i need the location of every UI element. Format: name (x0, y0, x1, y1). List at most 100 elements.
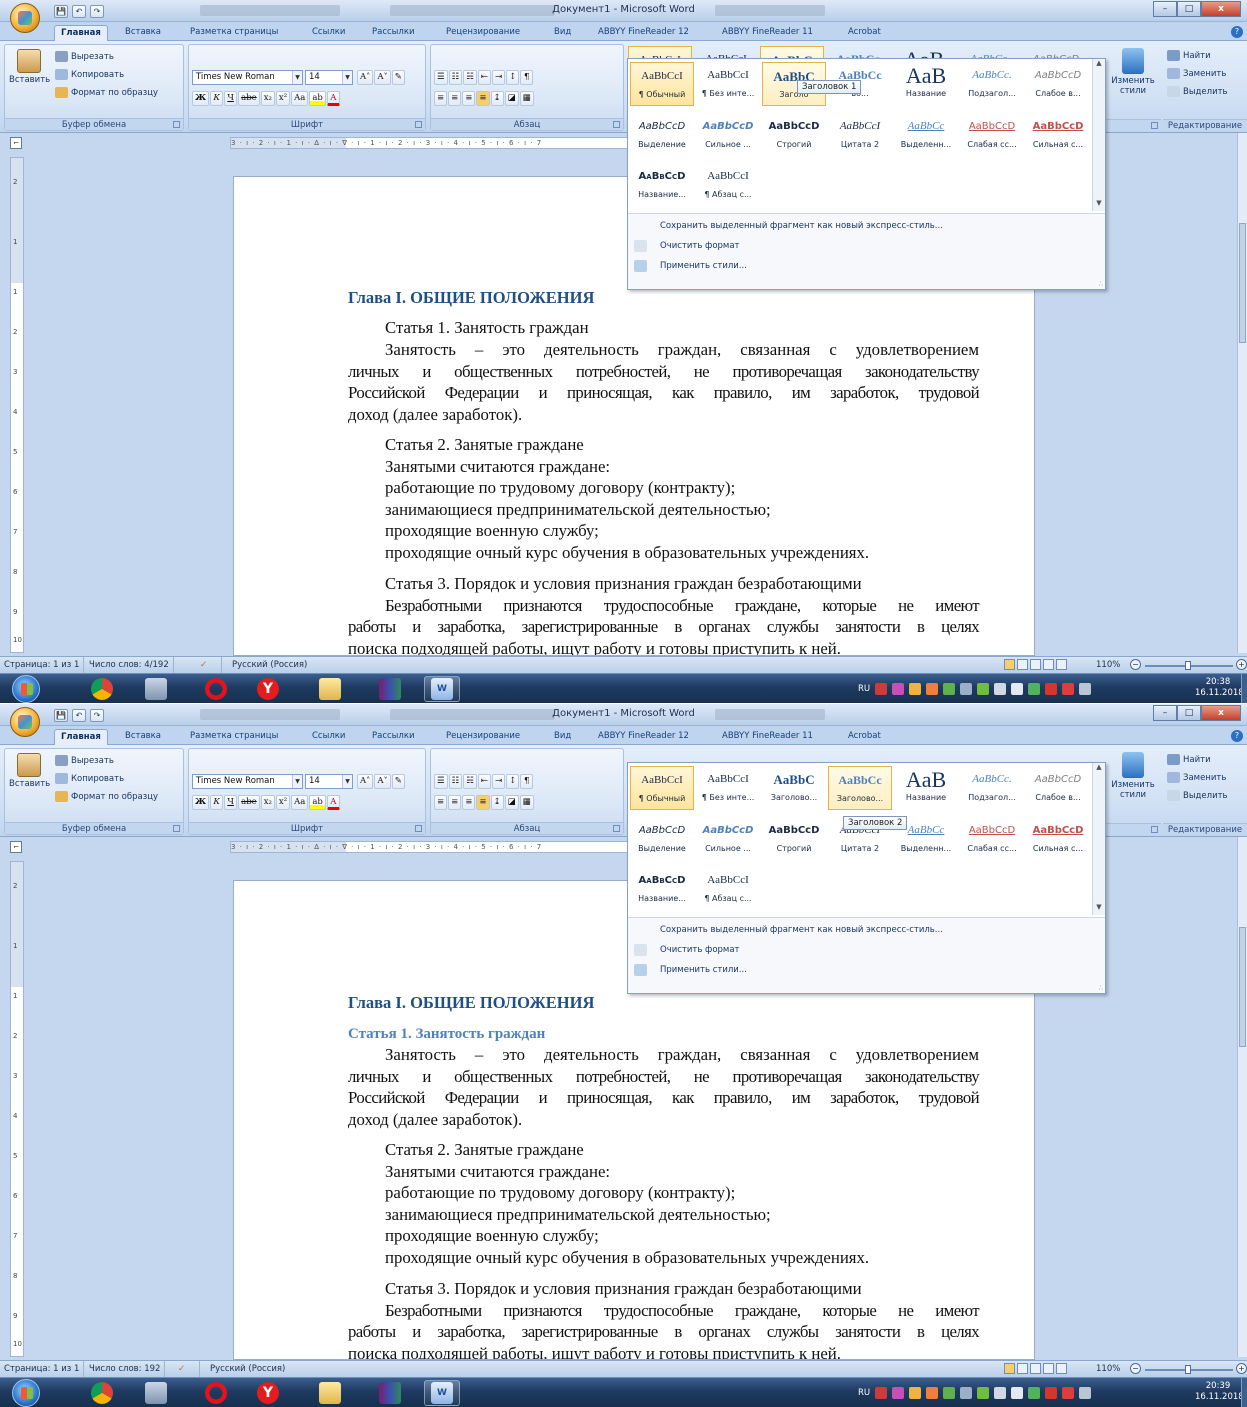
input-language[interactable]: RU (858, 1388, 870, 1398)
dialog-launcher-icon[interactable] (173, 825, 180, 832)
bullets-icon[interactable]: ☰ (434, 774, 448, 789)
volume-icon[interactable] (994, 683, 1007, 695)
taskbar-yandex[interactable]: Y (250, 1380, 286, 1406)
save-quick-style-item[interactable]: Сохранить выделенный фрагмент как новый … (628, 920, 1105, 940)
tray-app-icon[interactable] (1028, 1387, 1041, 1399)
gallery-scrollbar[interactable]: ▲ ▼ (1092, 59, 1105, 211)
font-color-button[interactable]: A (326, 91, 340, 106)
style-book-title[interactable]: AaBbCcD Название... (630, 867, 694, 911)
underline-button[interactable]: Ч (224, 91, 238, 106)
close-button[interactable]: x (1201, 1, 1241, 17)
word-count[interactable]: Число слов: 192 (85, 1361, 166, 1377)
minimize-button[interactable]: – (1153, 1, 1177, 17)
bullets-icon[interactable]: ☰ (434, 70, 448, 85)
zoom-in-icon[interactable]: + (1236, 659, 1247, 670)
multilevel-list-icon[interactable]: ☵ (463, 70, 477, 85)
select-button[interactable]: Выделить (1167, 790, 1228, 801)
clear-format-button[interactable]: ✎ (391, 774, 405, 789)
tab-home[interactable]: Главная (54, 729, 108, 745)
justify-icon[interactable]: ≡ (476, 91, 490, 106)
tab-references[interactable]: Ссылки (306, 25, 351, 41)
close-button[interactable]: x (1201, 705, 1241, 721)
style-heading-1[interactable]: AaBbC Заголово... (762, 766, 826, 810)
tab-mailings[interactable]: Рассылки (366, 25, 420, 41)
line-spacing-icon[interactable]: ↨ (490, 91, 504, 106)
change-case-button[interactable]: Aa (291, 795, 309, 810)
spellcheck-icon[interactable]: ✓ (174, 1361, 200, 1377)
vertical-ruler[interactable]: 2 1 1 2 3 4 5 6 7 8 9 10 (10, 861, 24, 1357)
tray-app-icon[interactable] (909, 1387, 922, 1399)
taskbar-yandex[interactable]: Y (250, 676, 286, 702)
style-no-spacing[interactable]: AaBbCcI¶ Без инте... (696, 62, 760, 106)
tray-app-icon[interactable] (926, 1387, 939, 1399)
pilcrow-icon[interactable]: ¶ (520, 774, 534, 789)
align-left-icon[interactable]: ≡ (434, 795, 448, 810)
italic-button[interactable]: К (210, 795, 224, 810)
multilevel-list-icon[interactable]: ☵ (463, 774, 477, 789)
style-subtle-emphasis[interactable]: AaBbCcDСлабое в... (1026, 766, 1090, 810)
sort-icon[interactable]: ↕ (506, 70, 520, 85)
tray-app-icon[interactable] (977, 1387, 990, 1399)
find-button[interactable]: Найти (1167, 50, 1211, 61)
web-layout-icon[interactable] (1030, 659, 1041, 670)
tray-app-icon[interactable] (892, 683, 905, 695)
tray-app-icon[interactable] (926, 683, 939, 695)
redo-icon[interactable]: ↷ (90, 5, 104, 18)
battery-icon[interactable] (1011, 1387, 1024, 1399)
highlight-button[interactable]: ab (309, 795, 326, 810)
cut-button[interactable]: Вырезать (55, 755, 114, 766)
tray-app-icon[interactable] (1062, 683, 1075, 695)
tab-references[interactable]: Ссылки (306, 729, 351, 745)
tray-app-icon[interactable] (1045, 683, 1058, 695)
font-size-combo[interactable]: 14 ▼ (305, 774, 353, 789)
copy-button[interactable]: Копировать (55, 69, 124, 80)
find-button[interactable]: Найти (1167, 754, 1211, 765)
bold-button[interactable]: Ж (192, 795, 210, 810)
replace-button[interactable]: Заменить (1167, 68, 1226, 79)
office-button[interactable] (10, 707, 40, 737)
chevron-down-icon[interactable]: ▼ (292, 71, 302, 84)
draft-icon[interactable] (1056, 659, 1067, 670)
show-desktop-button[interactable] (1241, 1378, 1247, 1407)
bold-button[interactable]: Ж (192, 91, 210, 106)
tab-abbyy-11[interactable]: ABBYY FineReader 11 (716, 25, 819, 41)
shading-icon[interactable]: ◪ (504, 795, 519, 810)
style-normal[interactable]: AaBbCcI¶ Обычный (630, 766, 694, 810)
style-emphasis[interactable]: AaBbCcD Выделение (630, 817, 694, 861)
tab-home[interactable]: Главная (54, 25, 108, 41)
style-list-paragraph[interactable]: AaBbCcI ¶ Абзац с... (696, 867, 760, 911)
zoom-in-icon[interactable]: + (1236, 1363, 1247, 1374)
tray-app-icon[interactable] (1045, 1387, 1058, 1399)
zoom-level[interactable]: 110% (1096, 1361, 1120, 1377)
style-subtle-reference[interactable]: AaBbCcD Слабая сс... (960, 817, 1024, 861)
zoom-level[interactable]: 110% (1096, 657, 1120, 673)
grow-font-button[interactable]: A˄ (357, 774, 374, 789)
font-name-combo[interactable]: Times New Roman ▼ (192, 70, 303, 85)
outline-icon[interactable] (1043, 1363, 1054, 1374)
style-intense-reference[interactable]: AaBbCcD Сильная с... (1026, 113, 1090, 157)
vertical-scrollbar[interactable] (1237, 837, 1247, 1357)
taskbar-explorer[interactable] (312, 1380, 348, 1406)
chevron-down-icon[interactable]: ▼ (342, 775, 352, 788)
resize-grip-icon[interactable]: ∴ (1099, 280, 1103, 288)
scroll-up-icon[interactable]: ▲ (1093, 763, 1105, 775)
vertical-ruler[interactable]: 2 1 1 2 3 4 5 6 7 8 9 10 (10, 157, 24, 653)
zoom-out-icon[interactable]: − (1130, 659, 1141, 670)
increase-indent-icon[interactable]: ⇥ (492, 774, 506, 789)
select-button[interactable]: Выделить (1167, 86, 1228, 97)
clear-format-item[interactable]: Очистить формат (628, 236, 1105, 256)
align-center-icon[interactable]: ≡ (448, 91, 462, 106)
undo-icon[interactable]: ↶ (72, 709, 86, 722)
justify-icon[interactable]: ≡ (476, 795, 490, 810)
tray-app-icon[interactable] (875, 683, 888, 695)
tab-page-layout[interactable]: Разметка страницы (184, 25, 284, 41)
gallery-scrollbar[interactable]: ▲ ▼ (1092, 763, 1105, 915)
shrink-font-button[interactable]: A˅ (374, 774, 391, 789)
format-painter-button[interactable]: Формат по образцу (55, 87, 158, 98)
style-intense-reference[interactable]: AaBbCcD Сильная с... (1026, 817, 1090, 861)
full-screen-icon[interactable] (1017, 1363, 1028, 1374)
borders-icon[interactable]: ▦ (519, 91, 534, 106)
ruler-toggle-icon[interactable]: ⌐ (10, 137, 22, 149)
taskbar-opera[interactable] (198, 676, 234, 702)
save-icon[interactable]: 💾 (54, 5, 68, 18)
